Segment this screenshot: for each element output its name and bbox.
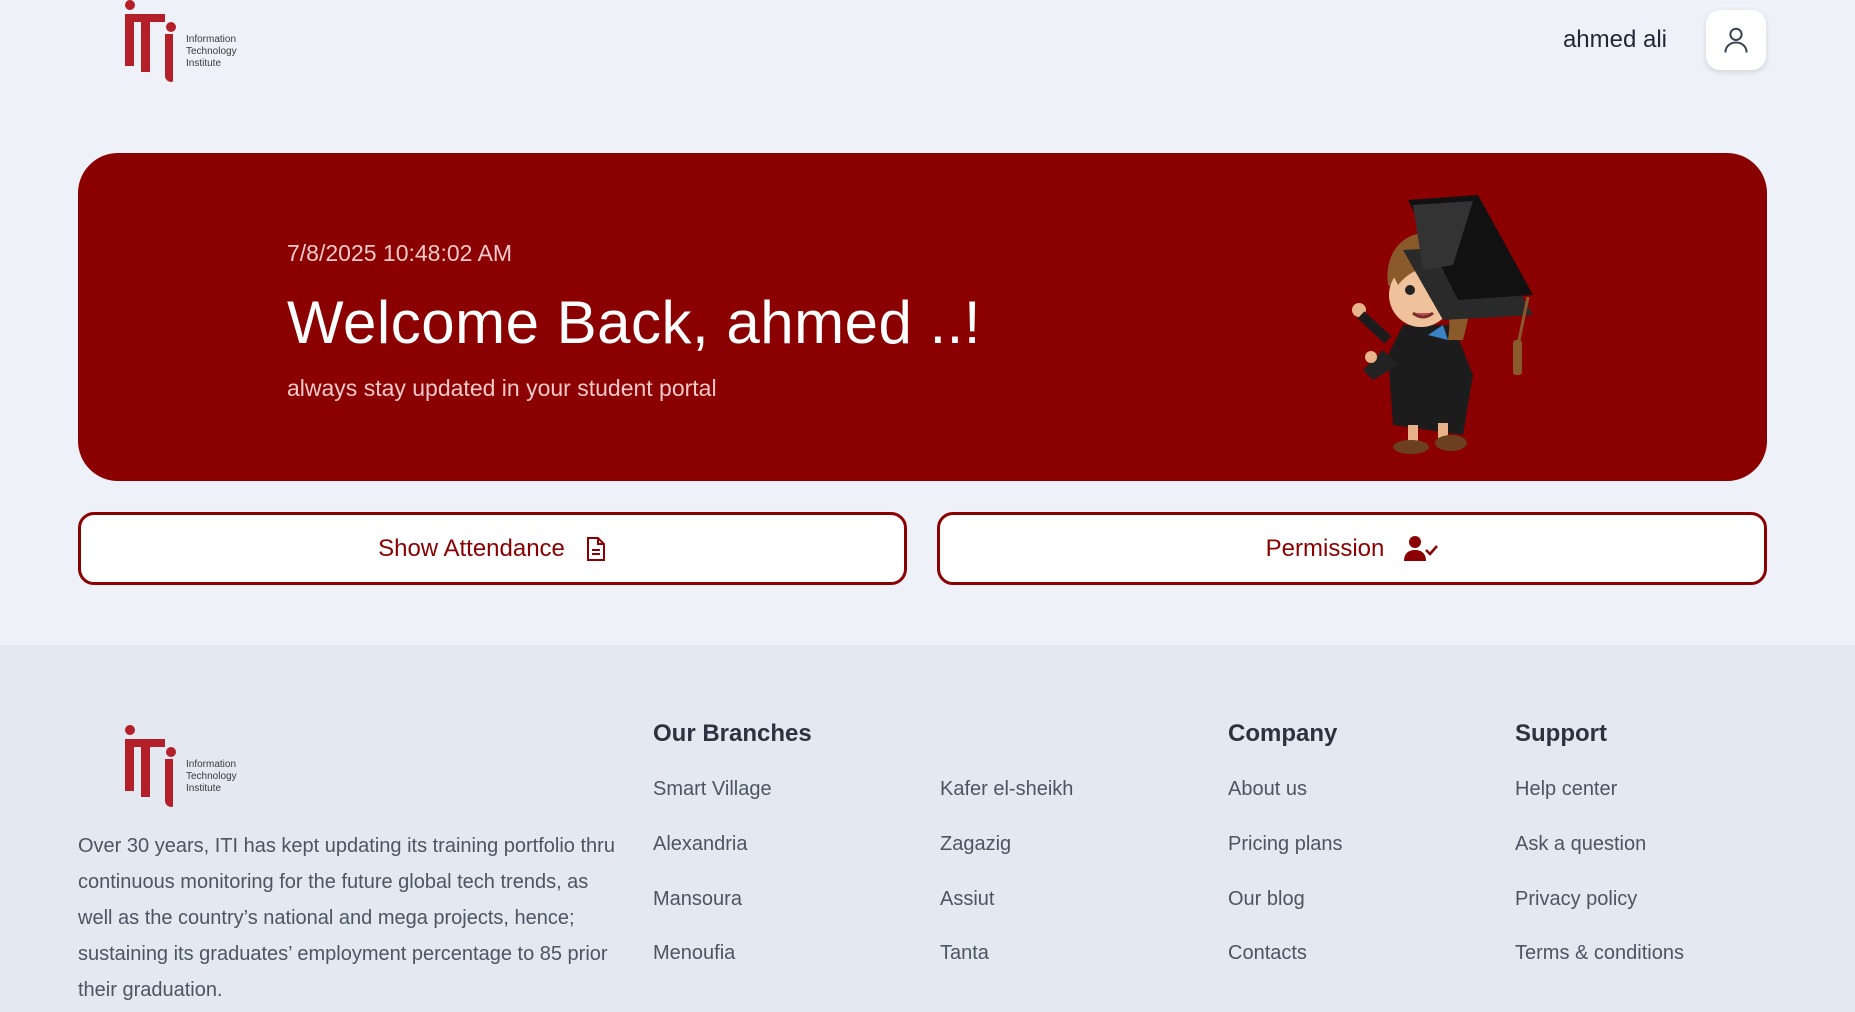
permission-button[interactable]: Permission xyxy=(937,512,1767,585)
branches-title: Our Branches xyxy=(653,720,812,747)
branch-link[interactable]: Alexandria xyxy=(653,833,748,856)
iti-logo[interactable]: Information Technology Institute xyxy=(122,0,237,82)
user-icon xyxy=(1724,27,1748,53)
show-attendance-button[interactable]: Show Attendance xyxy=(78,512,907,585)
company-link-blog[interactable]: Our blog xyxy=(1228,888,1305,911)
branch-link[interactable]: Menoufia xyxy=(653,942,735,965)
company-link-contacts[interactable]: Contacts xyxy=(1228,942,1307,965)
show-attendance-label: Show Attendance xyxy=(378,534,565,562)
branch-link[interactable]: Zagazig xyxy=(940,833,1011,856)
welcome-banner: 7/8/2025 10:48:02 AM Welcome Back, ahmed… xyxy=(78,153,1767,481)
header: Information Technology Institute ahmed a… xyxy=(0,0,1855,100)
support-title: Support xyxy=(1515,720,1607,747)
graduate-illustration xyxy=(1352,195,1533,454)
company-title: Company xyxy=(1228,720,1338,747)
company-link-about[interactable]: About us xyxy=(1228,778,1307,801)
user-name: ahmed ali xyxy=(1562,26,1667,53)
user-check-icon xyxy=(1404,535,1439,561)
welcome-subtitle: always stay updated in your student port… xyxy=(287,375,717,401)
support-link-terms[interactable]: Terms & conditions xyxy=(1515,942,1684,965)
permission-label: Permission xyxy=(1265,534,1385,562)
document-icon xyxy=(586,536,605,561)
iti-logo-mark xyxy=(122,725,184,807)
welcome-title: Welcome Back, ahmed ..! xyxy=(287,289,981,356)
user-profile-button[interactable] xyxy=(1706,10,1766,70)
support-link-help[interactable]: Help center xyxy=(1515,778,1617,801)
branch-link[interactable]: Smart Village xyxy=(653,778,772,801)
footer: Information Technology Institute Over 30… xyxy=(0,645,1855,1012)
footer-description: Over 30 years, ITI has kept updating its… xyxy=(78,835,615,1001)
branch-link[interactable]: Tanta xyxy=(940,942,989,965)
branch-link[interactable]: Kafer el-sheikh xyxy=(940,778,1073,801)
company-link-pricing[interactable]: Pricing plans xyxy=(1228,833,1343,856)
iti-logo-text: Information Technology Institute xyxy=(186,759,237,794)
iti-logo-mark xyxy=(122,0,184,82)
iti-logo-text: Information Technology Institute xyxy=(186,34,237,69)
support-link-ask[interactable]: Ask a question xyxy=(1515,833,1646,856)
branch-link[interactable]: Assiut xyxy=(940,888,994,911)
current-datetime: 7/8/2025 10:48:02 AM xyxy=(287,240,513,266)
footer-iti-logo[interactable]: Information Technology Institute xyxy=(122,725,237,807)
branch-link[interactable]: Mansoura xyxy=(653,888,742,911)
support-link-privacy[interactable]: Privacy policy xyxy=(1515,888,1637,911)
